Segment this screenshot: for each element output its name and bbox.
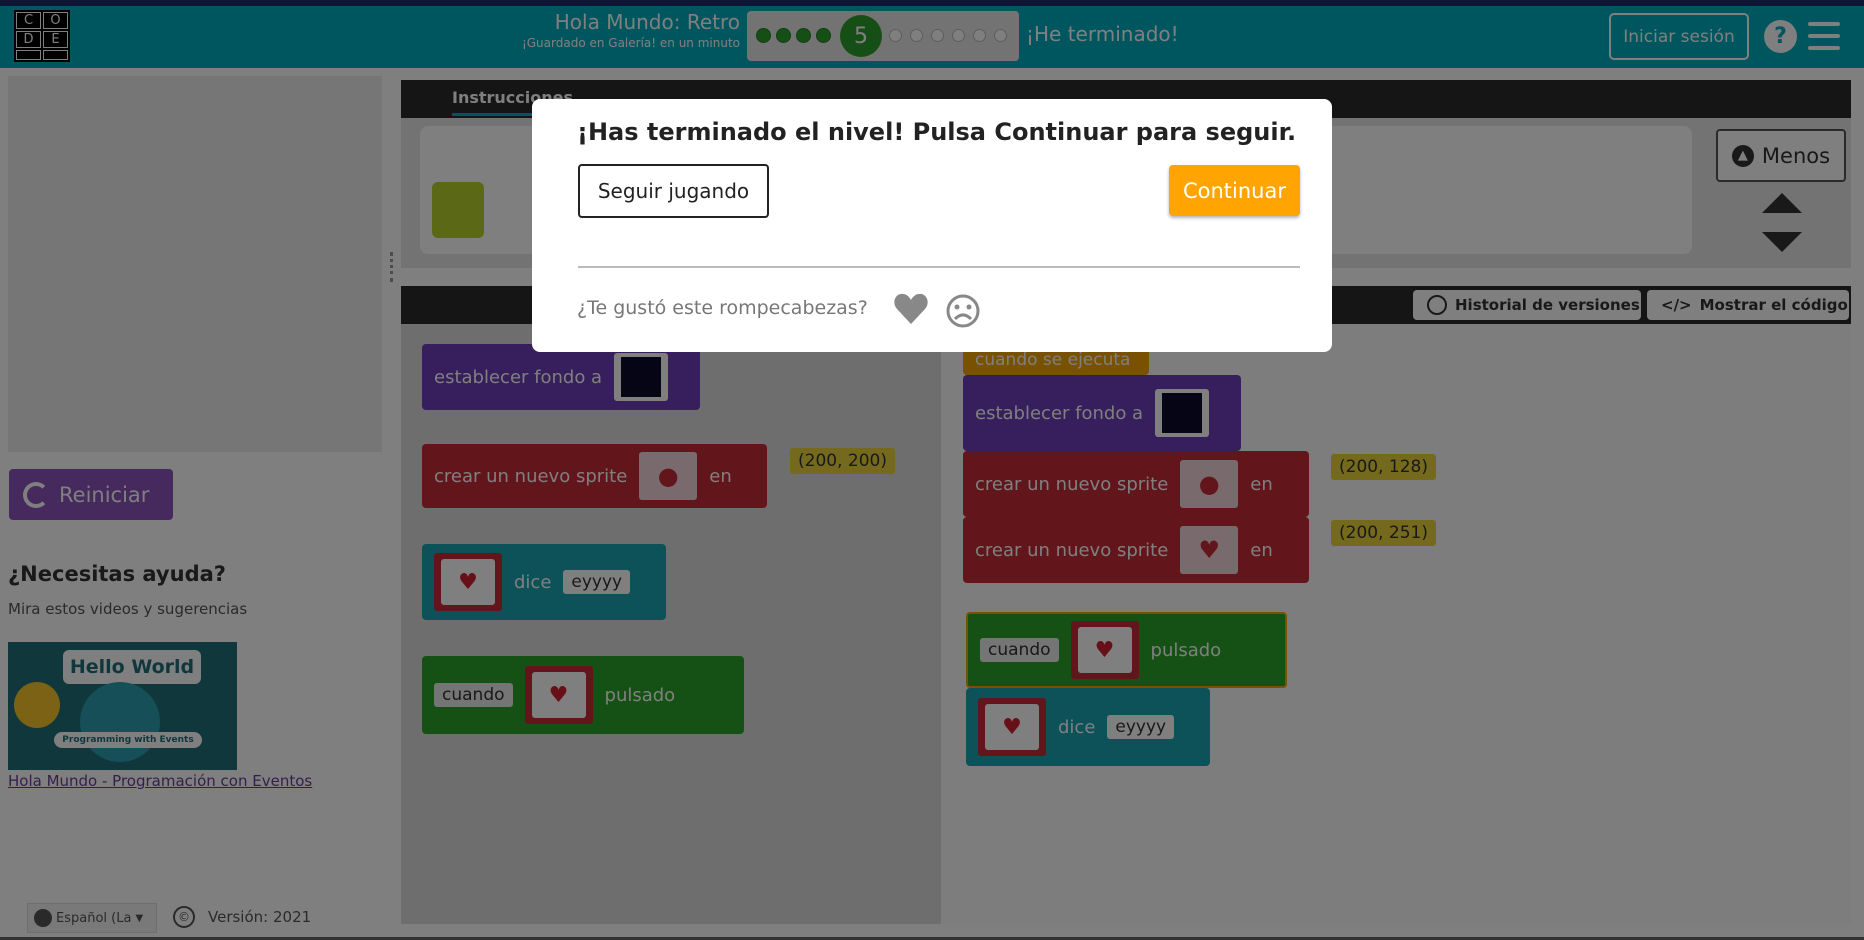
continue-button[interactable]: Continuar [1169, 165, 1300, 216]
sad-face-icon[interactable] [945, 293, 981, 329]
dialog-title: ¡Has terminado el nivel! Pulsa Continuar… [577, 118, 1297, 146]
keep-playing-button[interactable]: Seguir jugando [578, 164, 769, 218]
dialog-divider [578, 266, 1300, 268]
heart-like-icon[interactable] [893, 292, 929, 326]
feedback-question: ¿Te gustó este rompecabezas? [577, 297, 868, 319]
